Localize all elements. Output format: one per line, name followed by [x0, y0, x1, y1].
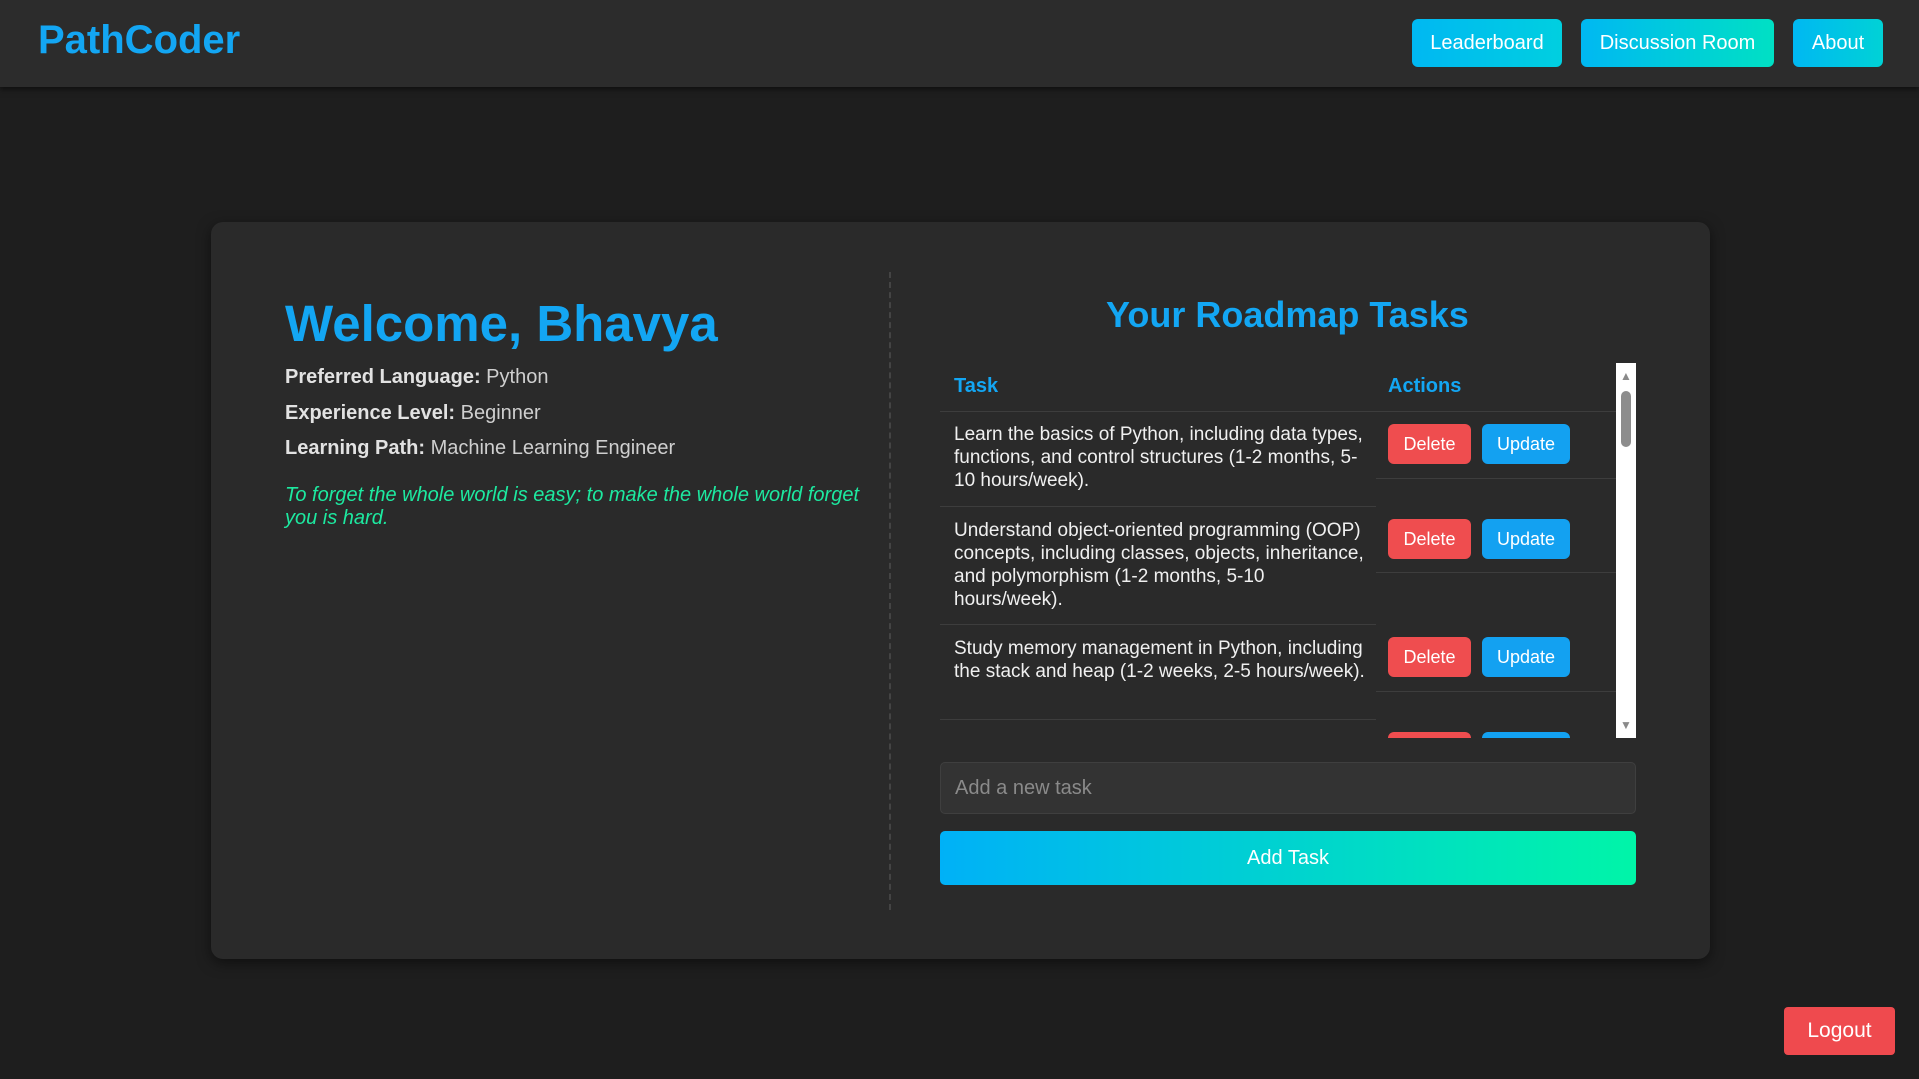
welcome-heading: Welcome, Bhavya	[285, 295, 718, 352]
learning-path-value: Machine Learning Engineer	[430, 437, 676, 459]
update-task-button-partial[interactable]	[1482, 732, 1570, 738]
tasks-table[interactable]: Task Actions Learn the basics of Python,…	[940, 363, 1636, 738]
discussion-room-button[interactable]: Discussion Room	[1581, 19, 1774, 67]
row-divider	[940, 719, 1376, 720]
logout-button[interactable]: Logout	[1784, 1007, 1895, 1055]
row-divider	[940, 624, 1376, 625]
row-divider	[1376, 478, 1616, 479]
scroll-thumb[interactable]	[1621, 391, 1631, 447]
learning-path-label: Learning Path:	[285, 437, 426, 459]
brand-logo[interactable]: PathCoder	[38, 18, 240, 63]
scroll-down-arrow-icon[interactable]: ▼	[1616, 716, 1636, 734]
header-divider	[940, 411, 1616, 412]
update-task-button[interactable]: Update	[1482, 424, 1570, 464]
motivational-quote: To forget the whole world is easy; to ma…	[285, 484, 860, 529]
column-header-actions: Actions	[1388, 375, 1462, 397]
delete-task-button[interactable]: Delete	[1388, 424, 1471, 464]
experience-level: Experience Level: Beginner	[285, 402, 541, 425]
scroll-up-arrow-icon[interactable]: ▲	[1616, 367, 1636, 385]
column-divider	[889, 272, 891, 910]
preferred-language-label: Preferred Language:	[285, 366, 481, 388]
update-task-button[interactable]: Update	[1482, 519, 1570, 559]
delete-task-button[interactable]: Delete	[1388, 637, 1471, 677]
task-text: Learn the basics of Python, including da…	[954, 424, 1363, 491]
about-button[interactable]: About	[1793, 19, 1883, 67]
preferred-language-value: Python	[486, 366, 549, 388]
tasks-scrollbar[interactable]: ▲ ▼	[1616, 363, 1636, 738]
preferred-language: Preferred Language: Python	[285, 366, 548, 389]
task-text: Understand object-oriented programming (…	[954, 520, 1364, 610]
top-navbar: PathCoder Leaderboard Discussion Room Ab…	[0, 0, 1919, 87]
row-divider	[1376, 572, 1616, 573]
roadmap-title: Your Roadmap Tasks	[1106, 294, 1469, 335]
delete-task-button-partial[interactable]	[1388, 732, 1471, 738]
experience-level-value: Beginner	[460, 402, 541, 424]
new-task-input[interactable]	[940, 762, 1636, 814]
task-text: Study memory management in Python, inclu…	[954, 638, 1365, 682]
delete-task-button[interactable]: Delete	[1388, 519, 1471, 559]
experience-level-label: Experience Level:	[285, 402, 456, 424]
column-header-task: Task	[954, 375, 999, 397]
learning-path: Learning Path: Machine Learning Engineer	[285, 437, 675, 460]
leaderboard-button[interactable]: Leaderboard	[1412, 19, 1562, 67]
add-task-button[interactable]: Add Task	[940, 831, 1636, 885]
update-task-button[interactable]: Update	[1482, 637, 1570, 677]
row-divider	[1376, 691, 1616, 692]
row-divider	[940, 506, 1376, 507]
